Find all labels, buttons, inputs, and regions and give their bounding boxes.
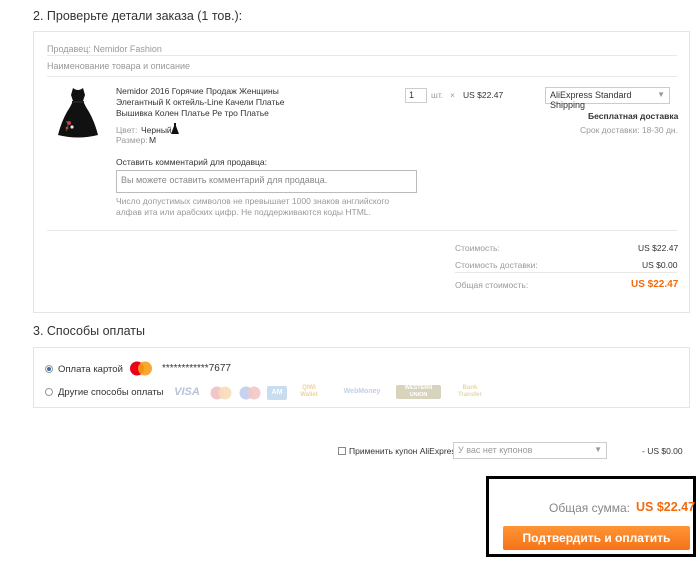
- coupon-label: Применить купон AliExpress:: [349, 446, 463, 456]
- divider: [47, 230, 677, 231]
- western-union-icon: WESTERN UNION: [396, 385, 441, 399]
- comment-textarea[interactable]: Вы можете оставить комментарий для прода…: [116, 170, 417, 193]
- delivery-term: Срок доставки: 18-30 дн.: [580, 125, 678, 135]
- cost-value: US $22.47: [638, 243, 679, 253]
- webmoney-icon: WebMoney: [343, 388, 381, 395]
- size-label: Размер:: [116, 135, 148, 145]
- qiwi-icon: QIWI Wallet: [300, 385, 318, 398]
- times-sign: ×: [450, 90, 455, 100]
- divider: [455, 272, 677, 273]
- free-shipping-label: Бесплатная доставка: [588, 111, 679, 121]
- other-payment-label[interactable]: Другие способы оплаты: [58, 387, 164, 398]
- unit-label: шт.: [431, 90, 444, 100]
- visa-icon: VISA: [174, 386, 200, 398]
- divider: [47, 55, 677, 56]
- product-image[interactable]: [54, 85, 102, 141]
- chevron-down-icon: ▼: [594, 445, 602, 454]
- coupon-checkbox[interactable]: [338, 447, 346, 455]
- cost-label: Стоимость:: [455, 243, 500, 253]
- coupon-select-value: У вас нет купонов: [458, 445, 533, 455]
- order-total-value: US $22.47: [631, 279, 679, 290]
- mastercard-faded-icon: [209, 386, 233, 403]
- pay-by-card-radio[interactable]: [45, 365, 53, 373]
- coupon-discount: - US $0.00: [642, 446, 683, 456]
- chevron-down-icon: ▼: [657, 90, 665, 99]
- shipping-method-select[interactable]: AliExpress Standard Shipping ▼: [545, 87, 670, 110]
- divider: [47, 76, 677, 77]
- comment-label: Оставить комментарий для продавца:: [116, 157, 268, 167]
- order-total-label: Общая стоимость:: [455, 280, 529, 290]
- mastercard-icon: [129, 361, 153, 379]
- seller-label: Продавец: Nemidor Fashion: [47, 44, 162, 54]
- coupon-select[interactable]: У вас нет купонов ▼: [453, 442, 607, 459]
- product-column-header: Наименование товара и описание: [47, 61, 191, 71]
- bank-transfer-icon: Bank Transfer: [458, 385, 482, 398]
- grand-total-label: Общая сумма:: [549, 501, 630, 515]
- other-payment-radio[interactable]: [45, 388, 53, 396]
- unit-price: US $22.47: [463, 90, 504, 100]
- amex-icon: AM: [267, 386, 287, 400]
- quantity-input[interactable]: 1: [405, 88, 427, 103]
- card-number: ************7677: [162, 363, 231, 374]
- section-title-order-details: 2. Проверьте детали заказа (1 тов.):: [33, 9, 243, 23]
- maestro-icon: [238, 386, 262, 403]
- size-value: M: [149, 135, 157, 145]
- pay-by-card-label[interactable]: Оплата картой: [58, 364, 123, 375]
- section-title-payment: 3. Способы оплаты: [33, 324, 146, 338]
- color-swatch-icon: [171, 123, 179, 137]
- grand-total-value: US $22.47: [636, 500, 696, 514]
- confirm-and-pay-button[interactable]: Подтвердить и оплатить: [503, 526, 690, 550]
- product-title[interactable]: Nemidor 2016 Горячие Продаж Женщины Элег…: [116, 86, 321, 119]
- delivery-cost-value: US $0.00: [642, 260, 678, 270]
- delivery-cost-label: Стоимость доставки:: [455, 260, 538, 270]
- comment-hint: Число допустимых символов не превышает 1…: [116, 196, 390, 217]
